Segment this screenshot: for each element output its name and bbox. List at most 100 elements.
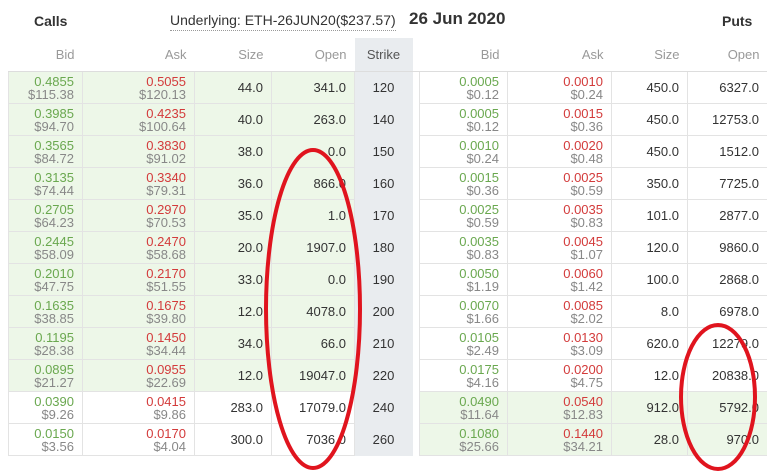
put-ask-cell[interactable]: 0.0025 $0.59	[507, 167, 612, 200]
strike-header[interactable]: Strike	[354, 38, 413, 72]
puts-size-header[interactable]: Size	[611, 38, 688, 72]
call-bid-cell[interactable]: 0.2705 $64.23	[8, 199, 83, 232]
call-bid-cell[interactable]: 0.0150 $3.56	[8, 423, 83, 456]
strike-gap	[412, 391, 420, 424]
call-bid-cell[interactable]: 0.2010 $47.75	[8, 263, 83, 296]
put-bid-cell[interactable]: 0.0070 $1.66	[419, 295, 508, 328]
call-size: 35.0	[194, 199, 272, 232]
option-row[interactable]: 0.0895 $21.27 0.0955 $22.69 12.0 19047.0 220 0.…	[8, 359, 767, 392]
call-open-interest: 4078.0	[271, 295, 355, 328]
puts-bid-header[interactable]: Bid	[419, 38, 508, 72]
put-bid-cell[interactable]: 0.0005 $0.12	[419, 103, 508, 136]
put-bid-cell[interactable]: 0.1080 $25.66	[419, 423, 508, 456]
option-row[interactable]: 0.3565 $84.72 0.3830 $91.02 38.0 0.0 150 0.0010…	[8, 135, 767, 168]
option-row[interactable]: 0.3135 $74.44 0.3340 $79.31 36.0 866.0 160 0.00…	[8, 167, 767, 200]
call-bid-cell[interactable]: 0.3985 $94.70	[8, 103, 83, 136]
put-ask: 0.0130	[563, 329, 603, 345]
call-bid: 0.1195	[35, 329, 74, 345]
calls-ask-header[interactable]: Ask	[82, 38, 195, 72]
strike-gap	[412, 167, 420, 200]
put-ask-cell[interactable]: 0.0010 $0.24	[507, 71, 612, 104]
put-bid-usd: $0.83	[466, 246, 499, 262]
call-ask-usd: $34.44	[146, 342, 186, 358]
call-ask-cell[interactable]: 0.0955 $22.69	[82, 359, 195, 392]
call-open-interest: 263.0	[271, 103, 355, 136]
option-row[interactable]: 0.0390 $9.26 0.0415 $9.86 283.0 17079.0 240 0.0…	[8, 391, 767, 424]
call-bid-cell[interactable]: 0.3565 $84.72	[8, 135, 83, 168]
put-ask-cell[interactable]: 0.0035 $0.83	[507, 199, 612, 232]
call-ask-usd: $70.53	[146, 214, 186, 230]
put-bid: 0.0105	[459, 329, 499, 345]
calls-bid-header[interactable]: Bid	[8, 38, 83, 72]
call-ask-cell[interactable]: 0.3340 $79.31	[82, 167, 195, 200]
put-bid-cell[interactable]: 0.0035 $0.83	[419, 231, 508, 264]
put-ask-cell[interactable]: 0.1440 $34.21	[507, 423, 612, 456]
put-bid-cell[interactable]: 0.0105 $2.49	[419, 327, 508, 360]
call-ask-cell[interactable]: 0.1675 $39.80	[82, 295, 195, 328]
put-ask-cell[interactable]: 0.0015 $0.36	[507, 103, 612, 136]
call-ask-cell[interactable]: 0.1450 $34.44	[82, 327, 195, 360]
call-ask-cell[interactable]: 0.2470 $58.68	[82, 231, 195, 264]
put-bid-cell[interactable]: 0.0025 $0.59	[419, 199, 508, 232]
call-ask-usd: $22.69	[146, 374, 186, 390]
call-ask-cell[interactable]: 0.0170 $4.04	[82, 423, 195, 456]
put-ask-cell[interactable]: 0.0130 $3.09	[507, 327, 612, 360]
call-ask-cell[interactable]: 0.0415 $9.86	[82, 391, 195, 424]
put-size: 12.0	[611, 359, 688, 392]
option-row[interactable]: 0.3985 $94.70 0.4235 $100.64 40.0 263.0 140 0.0…	[8, 103, 767, 136]
put-ask-cell[interactable]: 0.0200 $4.75	[507, 359, 612, 392]
call-ask-cell[interactable]: 0.4235 $100.64	[82, 103, 195, 136]
underlying-price[interactable]: Underlying: ETH-26JUN20($237.57)	[170, 12, 396, 31]
put-bid-cell[interactable]: 0.0175 $4.16	[419, 359, 508, 392]
option-row[interactable]: 0.1635 $38.85 0.1675 $39.80 12.0 4078.0 200 0.0…	[8, 295, 767, 328]
call-ask-cell[interactable]: 0.5055 $120.13	[82, 71, 195, 104]
puts-ask-header[interactable]: Ask	[507, 38, 612, 72]
put-bid-cell[interactable]: 0.0005 $0.12	[419, 71, 508, 104]
option-row[interactable]: 0.2705 $64.23 0.2970 $70.53 35.0 1.0 170 0.0025…	[8, 199, 767, 232]
call-ask-usd: $100.64	[139, 118, 186, 134]
put-bid-cell[interactable]: 0.0010 $0.24	[419, 135, 508, 168]
put-bid-cell[interactable]: 0.0050 $1.19	[419, 263, 508, 296]
put-ask-usd: $0.59	[570, 182, 603, 198]
call-bid-cell[interactable]: 0.2445 $58.09	[8, 231, 83, 264]
call-bid-usd: $74.44	[34, 182, 74, 198]
call-ask: 0.0955	[146, 361, 186, 377]
put-ask-usd: $1.42	[570, 278, 603, 294]
call-bid-cell[interactable]: 0.0895 $21.27	[8, 359, 83, 392]
option-row[interactable]: 0.2445 $58.09 0.2470 $58.68 20.0 1907.0 180 0.0…	[8, 231, 767, 264]
call-bid-cell[interactable]: 0.1635 $38.85	[8, 295, 83, 328]
puts-open-header[interactable]: Open	[687, 38, 767, 72]
put-bid-cell[interactable]: 0.0015 $0.36	[419, 167, 508, 200]
option-row[interactable]: 0.1195 $28.38 0.1450 $34.44 34.0 66.0 210 0.010…	[8, 327, 767, 360]
calls-size-header[interactable]: Size	[194, 38, 272, 72]
put-ask-cell[interactable]: 0.0045 $1.07	[507, 231, 612, 264]
call-bid-usd: $38.85	[34, 310, 74, 326]
call-bid-cell[interactable]: 0.1195 $28.38	[8, 327, 83, 360]
put-ask: 0.0010	[563, 73, 603, 89]
strike-price: 190	[354, 263, 413, 296]
call-bid-cell[interactable]: 0.0390 $9.26	[8, 391, 83, 424]
put-bid-cell[interactable]: 0.0490 $11.64	[419, 391, 508, 424]
put-ask: 0.0020	[563, 137, 603, 153]
call-ask-cell[interactable]: 0.2170 $51.55	[82, 263, 195, 296]
call-bid-cell[interactable]: 0.3135 $74.44	[8, 167, 83, 200]
call-ask-cell[interactable]: 0.2970 $70.53	[82, 199, 195, 232]
put-bid-usd: $1.66	[466, 310, 499, 326]
call-ask-cell[interactable]: 0.3830 $91.02	[82, 135, 195, 168]
put-bid: 0.0010	[459, 137, 499, 153]
option-row[interactable]: 0.0150 $3.56 0.0170 $4.04 300.0 7036.0 260 0.10…	[8, 423, 767, 456]
put-ask-cell[interactable]: 0.0060 $1.42	[507, 263, 612, 296]
put-ask-cell[interactable]: 0.0020 $0.48	[507, 135, 612, 168]
calls-open-header[interactable]: Open	[271, 38, 355, 72]
put-bid-usd: $11.64	[460, 406, 499, 422]
put-size: 912.0	[611, 391, 688, 424]
strike-price: 160	[354, 167, 413, 200]
call-bid-cell[interactable]: 0.4855 $115.38	[8, 71, 83, 104]
put-ask-cell[interactable]: 0.0085 $2.02	[507, 295, 612, 328]
option-row[interactable]: 0.4855 $115.38 0.5055 $120.13 44.0 341.0 120 0.…	[8, 71, 767, 104]
call-ask: 0.3830	[146, 137, 186, 153]
put-ask-cell[interactable]: 0.0540 $12.83	[507, 391, 612, 424]
option-row[interactable]: 0.2010 $47.75 0.2170 $51.55 33.0 0.0 190 0.0050…	[8, 263, 767, 296]
call-size: 12.0	[194, 295, 272, 328]
call-size: 40.0	[194, 103, 272, 136]
